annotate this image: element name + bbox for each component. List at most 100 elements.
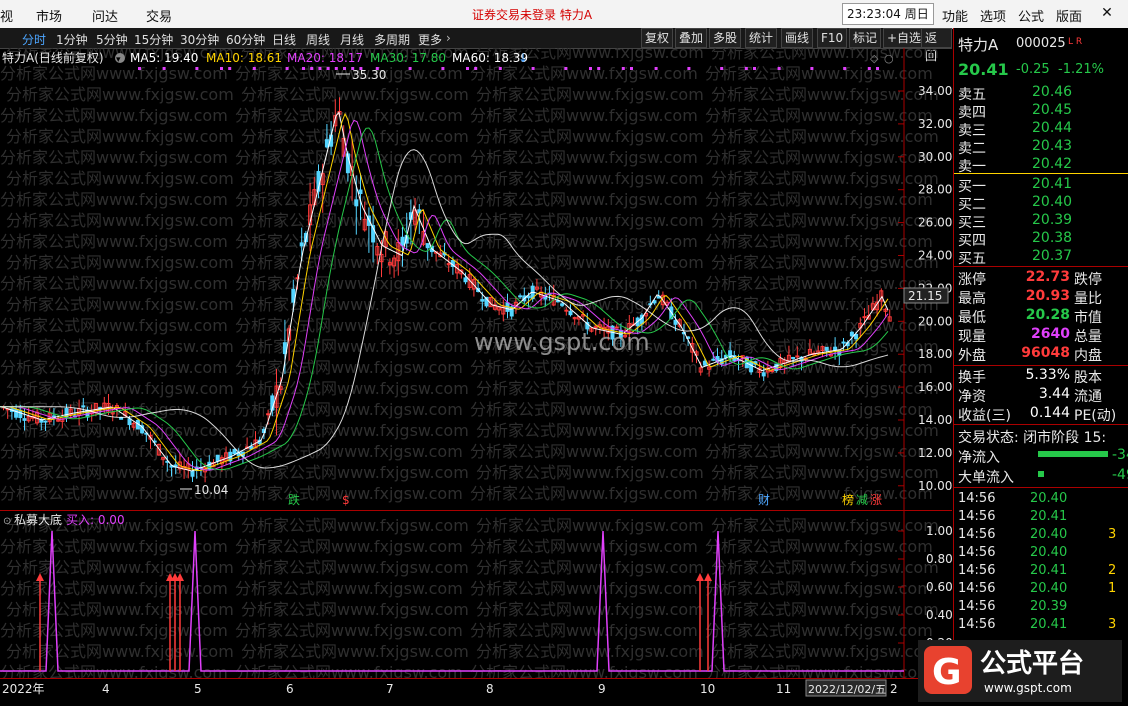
repeat-watermark: 分析家公式网www.fxjgsw.com [705, 400, 933, 419]
trade-login-notice[interactable]: 证券交易未登录 特力A [472, 6, 592, 23]
period-month[interactable]: 月线 [340, 31, 364, 48]
indicator-toggle-icon[interactable]: ⊙ [3, 516, 11, 527]
event-bang[interactable]: 榜 [842, 492, 854, 507]
stat-value: 96048 [1021, 345, 1070, 361]
candle-body [841, 341, 846, 344]
menu-market[interactable]: 市场 [36, 6, 62, 25]
repeat-watermark: 分析家公式网www.fxjgsw.com [705, 232, 933, 251]
repeat-watermark: 分析家公式网www.fxjgsw.com [711, 421, 939, 440]
btn-mark[interactable]: 标记 [849, 28, 882, 48]
event-die[interactable]: 跌 [288, 492, 300, 507]
ma5-label: MA5: 19.40 [130, 51, 198, 65]
menu-options[interactable]: 选项 [980, 6, 1006, 25]
signal-dot [252, 67, 256, 70]
repeat-watermark: 分析家公式网www.fxjgsw.com [705, 64, 933, 83]
event-dollar[interactable]: $ [342, 493, 350, 507]
btn-statistics[interactable]: 统计 [745, 28, 778, 48]
btn-f10[interactable]: F10 [817, 28, 848, 48]
period-60min[interactable]: 60分钟 [226, 31, 265, 48]
ask-label: 卖五 [958, 87, 986, 103]
close-icon[interactable]: ✕ [1098, 4, 1116, 22]
bid-label: 买三 [958, 215, 986, 231]
period-1min[interactable]: 1分钟 [56, 31, 88, 48]
repeat-watermark: 分析家公式网www.fxjgsw.com [476, 421, 704, 440]
kline-chart[interactable]: 分析家公式网www.fxjgsw.com 分析家公式网www.fxjgsw.com… [0, 43, 952, 510]
clock: 23:23:04 周日 [842, 3, 934, 25]
indicator-axis-label: 0.60 [926, 580, 952, 594]
period-fenshi[interactable]: 分时 [22, 31, 46, 48]
candle-body [564, 309, 569, 312]
stat-label: 现量 [958, 329, 986, 345]
signal-dot [162, 67, 166, 70]
repeat-watermark: 分析家公式网www.fxjgsw.com [0, 274, 228, 293]
signal-dot [777, 67, 781, 70]
indicator-panel[interactable]: 分析家公式网www.fxjgsw.com 分析家公式网www.fxjgsw.com… [0, 510, 953, 682]
repeat-watermark: 分析家公式网www.fxjgsw.com [711, 253, 939, 272]
tick-row: 14:56 20.41 2 [954, 563, 1128, 581]
repeat-watermark: 分析家公式网www.fxjgsw.com [705, 190, 933, 209]
btn-draw-line[interactable]: 画线 [781, 28, 814, 48]
bid-label: 买四 [958, 233, 986, 249]
period-more[interactable]: 更多 [418, 31, 442, 48]
price-axis-label: 30.00 [918, 150, 952, 164]
period-15min[interactable]: 15分钟 [134, 31, 173, 48]
repeat-watermark: 分析家公式网www.fxjgsw.com [476, 642, 704, 661]
time-label-4: 4 [102, 682, 110, 696]
period-multi[interactable]: 多周期 [374, 31, 410, 48]
signal-dot [753, 67, 756, 70]
ma30-label: MA30: 17.80 [370, 51, 446, 65]
menu-formula[interactable]: 公式 [1018, 6, 1044, 25]
chevron-right-icon[interactable]: › [446, 31, 451, 45]
tick-price: 20.40 [1030, 491, 1068, 506]
price-axis-label: 28.00 [918, 183, 952, 197]
repeat-watermark: 分析家公式网www.fxjgsw.com [476, 558, 704, 577]
candle-body [862, 316, 867, 319]
price-axis-label: 12.00 [918, 446, 952, 460]
btn-multi-stock[interactable]: 多股 [709, 28, 742, 48]
bid-price: 20.37 [1032, 248, 1073, 264]
kline-svg: 分析家公式网www.fxjgsw.com 分析家公式网www.fxjgsw.com… [0, 43, 952, 510]
menu-function[interactable]: 功能 [942, 6, 968, 25]
candle-body [761, 372, 766, 377]
candle-body [266, 413, 271, 416]
btn-fuquan[interactable]: 复权 [641, 28, 674, 48]
repeat-watermark: 分析家公式网www.fxjgsw.com [235, 190, 463, 209]
btn-back[interactable]: 返回 [921, 28, 952, 63]
period-5min[interactable]: 5分钟 [96, 31, 128, 48]
event-cai[interactable]: 财 [758, 493, 770, 507]
repeat-watermark: 分析家公式网www.fxjgsw.com [705, 484, 933, 503]
menu-trade[interactable]: 交易 [146, 6, 172, 25]
flow-value-net: -34 [1112, 447, 1128, 463]
repeat-watermark: 分析家公式网www.fxjgsw.com [6, 211, 234, 230]
candle-body [43, 420, 48, 423]
repeat-watermark: 分析家公式网www.fxjgsw.com [470, 358, 698, 377]
menu-layout[interactable]: 版面 [1056, 6, 1082, 25]
period-day[interactable]: 日线 [272, 31, 296, 48]
signal-dot [621, 67, 625, 70]
period-30min[interactable]: 30分钟 [180, 31, 219, 48]
signal-dot [630, 67, 633, 70]
candle-body [425, 243, 430, 249]
signal-dot [654, 67, 658, 70]
repeat-watermark: 分析家公式网www.fxjgsw.com [6, 463, 234, 482]
indicator-axis-label: 0.80 [926, 552, 952, 566]
price-axis-label: 16.00 [918, 380, 952, 394]
repeat-watermark: 分析家公式网www.fxjgsw.com [711, 463, 939, 482]
menu-wenda[interactable]: 问达 [92, 6, 118, 25]
event-jian[interactable]: 减 [856, 493, 868, 507]
btn-add-watchlist[interactable]: +自选 [883, 28, 926, 48]
btn-overlay[interactable]: 叠加 [675, 28, 708, 48]
repeat-watermark: 分析家公式网www.fxjgsw.com [6, 421, 234, 440]
event-zhang[interactable]: 涨 [870, 492, 882, 507]
signal-dot [285, 67, 289, 70]
tick-price: 20.41 [1030, 617, 1068, 632]
period-week[interactable]: 周线 [306, 31, 330, 48]
candle-body [795, 355, 800, 358]
period-toolbar: 分时 1分钟 5分钟 15分钟 30分钟 60分钟 日线 周线 月线 多周期 更… [0, 28, 952, 63]
repeat-watermark: 分析家公式网www.fxjgsw.com [470, 148, 698, 167]
repeat-watermark: 分析家公式网www.fxjgsw.com [241, 127, 469, 146]
stat2-side-label: 流通 [1074, 389, 1102, 405]
circle-icon[interactable]: ○ [884, 52, 894, 65]
menu-view[interactable]: 视 [0, 6, 13, 25]
stat2-label: 收益(三) [958, 408, 1011, 424]
